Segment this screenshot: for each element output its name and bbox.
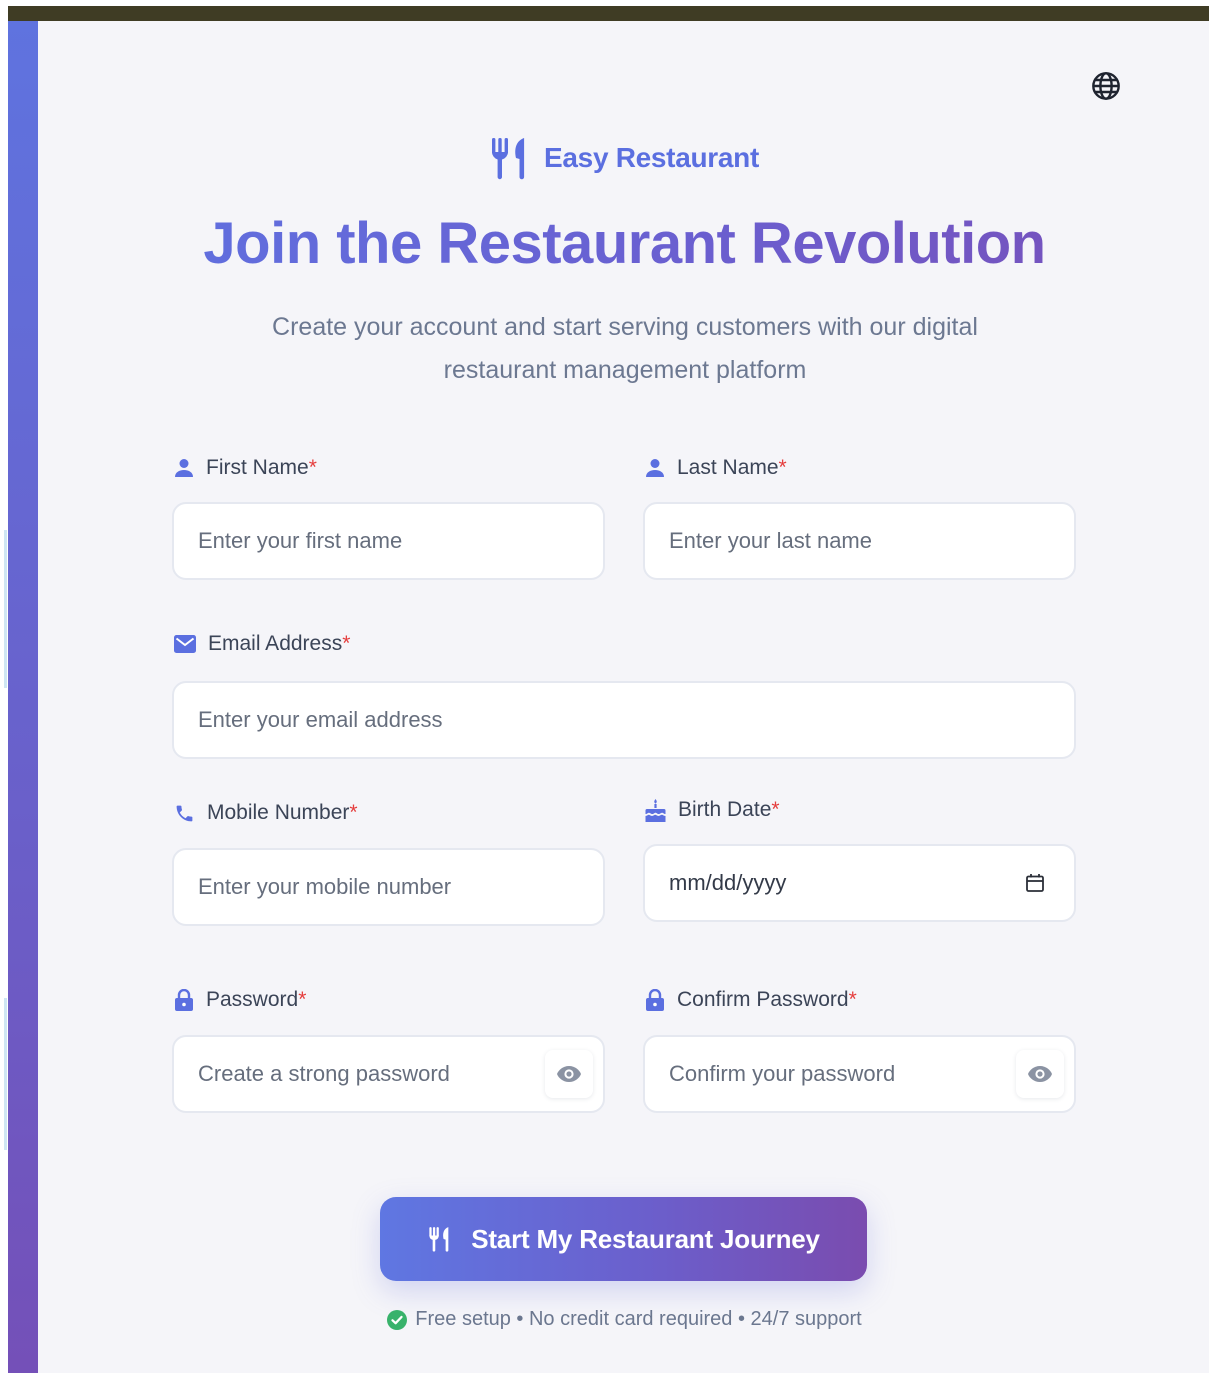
last-name-placeholder: Enter your last name (669, 528, 872, 553)
lock-icon (646, 989, 664, 1011)
utensils-icon (429, 1227, 449, 1252)
envelope-icon (174, 635, 196, 653)
brand-name: Easy Restaurant (544, 142, 759, 173)
confirm-password-label: Confirm Password* (645, 988, 857, 1012)
eye-icon (557, 1066, 581, 1082)
birthday-cake-icon (645, 798, 666, 822)
user-icon (646, 459, 664, 477)
confirm-password-placeholder: Confirm your password (669, 1061, 896, 1086)
toggle-password-visibility-button[interactable] (545, 1050, 593, 1098)
first-name-input[interactable]: Enter your first name (172, 502, 605, 580)
scroll-marker (4, 530, 7, 688)
window-top-bar (8, 6, 1209, 21)
mobile-placeholder: Enter your mobile number (198, 874, 452, 899)
start-journey-button[interactable]: Start My Restaurant Journey (380, 1197, 867, 1281)
password-placeholder: Create a strong password (198, 1061, 450, 1086)
page-subtitle: Create your account and start serving cu… (272, 313, 978, 384)
check-circle-icon (387, 1309, 408, 1330)
eye-icon (1028, 1066, 1052, 1082)
password-input[interactable]: Create a strong password (172, 1035, 605, 1113)
footnote-text: Free setup • No credit card required • 2… (415, 1308, 862, 1330)
birth-date-input[interactable]: mm/dd/yyyy (643, 844, 1076, 922)
toggle-confirm-password-visibility-button[interactable] (1016, 1050, 1064, 1098)
start-journey-label: Start My Restaurant Journey (471, 1223, 820, 1254)
mobile-label: Mobile Number* (174, 801, 358, 825)
password-label: Password* (174, 988, 306, 1012)
first-name-label: First Name* (174, 456, 317, 480)
brand: Easy Restaurant (0, 136, 1209, 180)
mobile-input[interactable]: Enter your mobile number (172, 848, 605, 926)
email-label: Email Address* (174, 632, 350, 656)
user-icon (175, 459, 193, 477)
calendar-picker-button[interactable] (1022, 870, 1048, 896)
globe-icon (1092, 72, 1120, 100)
email-placeholder: Enter your email address (198, 707, 443, 732)
utensils-icon (492, 138, 525, 180)
lock-icon (175, 989, 193, 1011)
confirm-password-input[interactable]: Confirm your password (643, 1035, 1076, 1113)
signup-footnote: Free setup • No credit card required • 2… (0, 1308, 1209, 1331)
calendar-icon (1026, 874, 1044, 892)
first-name-placeholder: Enter your first name (198, 528, 403, 553)
last-name-label: Last Name* (645, 456, 787, 480)
birth-date-label: Birth Date* (645, 798, 780, 822)
scroll-marker (4, 998, 7, 1150)
last-name-input[interactable]: Enter your last name (643, 502, 1076, 580)
language-button[interactable] (1089, 69, 1123, 103)
birth-date-value: mm/dd/yyyy (669, 870, 787, 895)
email-input[interactable]: Enter your email address (172, 681, 1076, 759)
phone-icon (176, 805, 193, 821)
page-title: Join the Restaurant Revolution (0, 210, 1209, 277)
